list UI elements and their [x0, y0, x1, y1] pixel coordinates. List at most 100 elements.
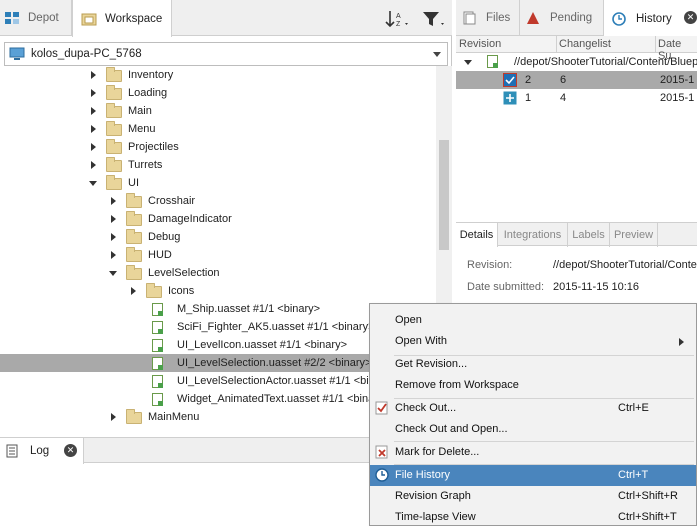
- column-revision[interactable]: Revision: [459, 38, 501, 50]
- menu-item-label: Time-lapse View: [395, 511, 476, 523]
- folder-icon: [126, 247, 142, 262]
- tree-item-label: UI_LevelSelection.uasset #2/2 <binary>: [177, 357, 372, 369]
- tab-pending[interactable]: Pending: [520, 0, 604, 36]
- expand-arrow-icon[interactable]: [91, 89, 96, 97]
- svg-text:A: A: [396, 13, 401, 20]
- tab-log[interactable]: Log ✕: [0, 438, 84, 464]
- folder-icon: [106, 157, 122, 172]
- expand-arrow-icon[interactable]: [91, 71, 96, 79]
- history-table-header: Revision Changelist Date Su: [456, 36, 697, 62]
- tree-item-label: MainMenu: [148, 411, 200, 423]
- filter-button[interactable]: [420, 8, 448, 30]
- history-path-row[interactable]: //depot/ShooterTutorial/Content/Bluep: [456, 53, 697, 71]
- expand-arrow-icon[interactable]: [111, 413, 116, 421]
- menu-item-get-revision[interactable]: Get Revision...: [370, 354, 696, 375]
- tree-item-turrets[interactable]: Turrets: [0, 156, 436, 174]
- tree-item-icons[interactable]: Icons: [0, 282, 436, 300]
- tab-details[interactable]: Details: [456, 223, 498, 247]
- tree-item-damageindicator[interactable]: DamageIndicator: [0, 210, 436, 228]
- tab-files[interactable]: Files: [456, 0, 520, 36]
- expand-arrow-icon[interactable]: [111, 197, 116, 205]
- tree-item-ui[interactable]: UI: [0, 174, 436, 192]
- expand-arrow-icon[interactable]: [91, 107, 96, 115]
- history-row[interactable]: 1 4 2015-1: [456, 89, 697, 107]
- tab-depot[interactable]: Depot: [0, 0, 72, 36]
- workspace-dropdown[interactable]: kolos_dupa-PC_5768: [4, 42, 448, 66]
- menu-item-revision-graph[interactable]: Revision Graph Ctrl+Shift+R: [370, 486, 696, 507]
- menu-item-check-out-and-open[interactable]: Check Out and Open...: [370, 419, 696, 440]
- expand-arrow-icon[interactable]: [91, 161, 96, 169]
- depot-icon: [5, 12, 19, 24]
- collapse-arrow-icon[interactable]: [109, 271, 117, 276]
- folder-icon: [106, 121, 122, 136]
- expand-arrow-icon[interactable]: [131, 287, 136, 295]
- folder-icon: [106, 67, 122, 82]
- tree-item-label: Crosshair: [148, 195, 196, 207]
- expand-arrow-icon[interactable]: [91, 143, 96, 151]
- sort-button[interactable]: A Z: [384, 8, 412, 30]
- tab-log-label: Log: [30, 445, 50, 457]
- context-menu: Open Open With Get Revision... Remove fr…: [369, 303, 697, 526]
- submenu-arrow-icon: [679, 338, 684, 346]
- menu-item-open[interactable]: Open: [370, 310, 696, 331]
- tab-integrations[interactable]: Integrations: [498, 223, 568, 247]
- history-row-selected[interactable]: 2 6 2015-1: [456, 71, 697, 89]
- tab-files-label: Files: [486, 12, 511, 24]
- tree-item-menu[interactable]: Menu: [0, 120, 436, 138]
- tree-item-main[interactable]: Main: [0, 102, 436, 120]
- revision-label: Revision:: [467, 259, 513, 271]
- menu-item-open-with[interactable]: Open With: [370, 331, 696, 352]
- tree-item-label: Debug: [148, 231, 181, 243]
- expand-arrow-icon[interactable]: [111, 233, 116, 241]
- tab-history-label: History: [636, 12, 672, 25]
- delete-icon: [375, 445, 388, 459]
- tree-item-levelselection[interactable]: LevelSelection: [0, 264, 436, 282]
- tree-item-label: Main: [128, 105, 152, 117]
- tree-item-loading[interactable]: Loading: [0, 84, 436, 102]
- scrollbar-thumb[interactable]: [439, 140, 449, 250]
- expand-arrow-icon[interactable]: [91, 125, 96, 133]
- left-tabbar: Depot Workspace A Z: [0, 0, 452, 37]
- expand-arrow-icon[interactable]: [111, 251, 116, 259]
- menu-item-check-out[interactable]: Check Out... Ctrl+E: [370, 398, 696, 419]
- date-submitted-label: Date submitted:: [467, 281, 545, 293]
- menu-item-file-history[interactable]: File History Ctrl+T: [370, 465, 696, 486]
- menu-item-label: Open With: [395, 335, 447, 347]
- collapse-arrow-icon[interactable]: [89, 181, 97, 186]
- file-icon: [487, 55, 498, 68]
- tab-history[interactable]: History ✕: [604, 0, 697, 37]
- svg-text:Z: Z: [396, 21, 401, 28]
- tree-item-debug[interactable]: Debug: [0, 228, 436, 246]
- close-icon[interactable]: ✕: [64, 444, 77, 457]
- expand-arrow-icon[interactable]: [111, 215, 116, 223]
- tree-item-label: UI: [128, 177, 139, 189]
- tree-item-inventory[interactable]: Inventory: [0, 66, 436, 84]
- tab-workspace-label: Workspace: [105, 12, 163, 25]
- tree-item-projectiles[interactable]: Projectiles: [0, 138, 436, 156]
- filter-icon: [423, 12, 444, 26]
- menu-item-label: File History: [395, 469, 451, 481]
- tree-item-label: HUD: [148, 249, 172, 261]
- history-revision: 2: [525, 74, 532, 86]
- tree-item-hud[interactable]: HUD: [0, 246, 436, 264]
- folder-icon: [126, 211, 142, 226]
- menu-item-time-lapse-view[interactable]: Time-lapse View Ctrl+Shift+T: [370, 507, 696, 526]
- menu-item-remove-from-workspace[interactable]: Remove from Workspace: [370, 375, 696, 396]
- folder-icon: [126, 229, 142, 244]
- menu-item-mark-for-delete[interactable]: Mark for Delete...: [370, 442, 696, 463]
- tab-workspace[interactable]: Workspace: [72, 0, 172, 37]
- folder-icon: [126, 265, 142, 280]
- collapse-arrow-icon[interactable]: [464, 60, 472, 65]
- workspace-icon: [81, 13, 97, 25]
- check-out-icon: [375, 401, 388, 415]
- file-icon: [152, 357, 163, 370]
- tree-item-crosshair[interactable]: Crosshair: [0, 192, 436, 210]
- column-changelist[interactable]: Changelist: [559, 38, 611, 50]
- close-icon[interactable]: ✕: [684, 11, 697, 24]
- tab-labels[interactable]: Labels: [568, 223, 610, 247]
- menu-item-label: Check Out...: [395, 402, 457, 414]
- right-tabbar: Files Pending History ✕: [456, 0, 697, 37]
- tab-preview[interactable]: Preview: [610, 223, 658, 247]
- history-date: 2015-1: [660, 92, 695, 104]
- file-icon: [152, 339, 163, 352]
